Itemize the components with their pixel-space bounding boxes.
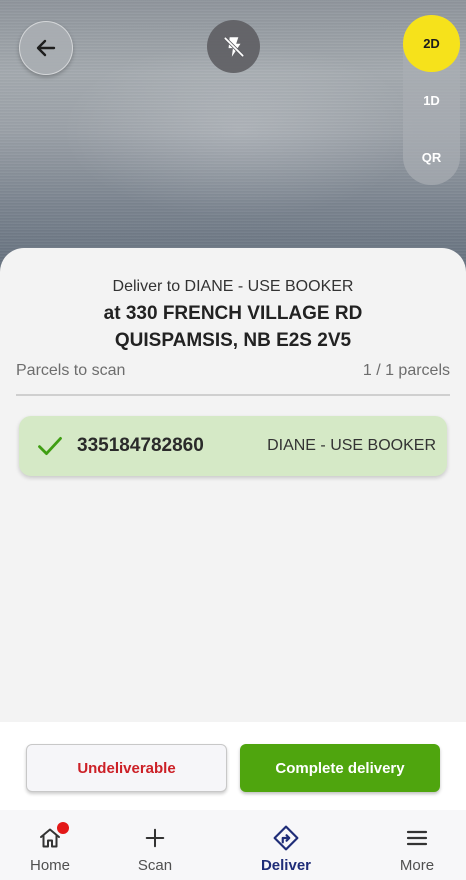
parcel-tracking-number: 335184782860 xyxy=(77,435,204,456)
action-bar: Undeliverable Complete delivery xyxy=(0,722,466,810)
home-icon xyxy=(37,822,69,851)
nav-item-scan[interactable]: Scan xyxy=(105,810,205,880)
menu-icon xyxy=(404,825,430,851)
bottom-navigation: Home Scan Deliver More xyxy=(0,810,466,880)
mode-qr-button[interactable]: QR xyxy=(403,129,460,185)
nav-item-more[interactable]: More xyxy=(367,810,466,880)
parcel-list-item[interactable]: 335184782860 DIANE - USE BOOKER xyxy=(19,416,447,476)
address-line-2: QUISPAMSIS, NB E2S 2V5 xyxy=(114,330,352,351)
mode-2d-button[interactable]: 2D xyxy=(403,15,460,72)
arrow-left-icon xyxy=(36,39,56,57)
nav-item-deliver[interactable]: Deliver xyxy=(236,810,336,880)
nav-item-home[interactable]: Home xyxy=(0,810,100,880)
flash-toggle-button[interactable] xyxy=(207,20,260,73)
nav-label-deliver: Deliver xyxy=(260,857,312,874)
mode-1d-button[interactable]: 1D xyxy=(403,72,460,129)
nav-label-home: Home xyxy=(29,857,70,874)
notification-badge xyxy=(57,822,69,834)
address-line-1: at 330 FRENCH VILLAGE RD xyxy=(103,303,363,324)
parcel-recipient: DIANE - USE BOOKER xyxy=(267,437,436,454)
back-button[interactable] xyxy=(19,21,73,75)
deliver-to-label: Deliver to DIANE - USE BOOKER xyxy=(112,278,354,295)
parcels-header: Parcels to scan 1 / 1 parcels xyxy=(16,362,450,380)
undeliverable-button[interactable]: Undeliverable xyxy=(26,744,227,792)
parcels-count: 1 / 1 parcels xyxy=(362,362,450,379)
parcels-label: Parcels to scan xyxy=(16,362,126,379)
checkmark-icon xyxy=(35,431,65,461)
deliver-route-icon xyxy=(273,825,299,851)
complete-delivery-button[interactable]: Complete delivery xyxy=(240,744,440,792)
divider xyxy=(16,394,450,396)
scan-mode-switch: 2D 1D QR xyxy=(403,15,460,185)
flash-off-icon xyxy=(223,36,244,57)
nav-label-more: More xyxy=(399,857,435,874)
nav-label-scan: Scan xyxy=(137,857,173,874)
plus-icon xyxy=(142,825,168,851)
